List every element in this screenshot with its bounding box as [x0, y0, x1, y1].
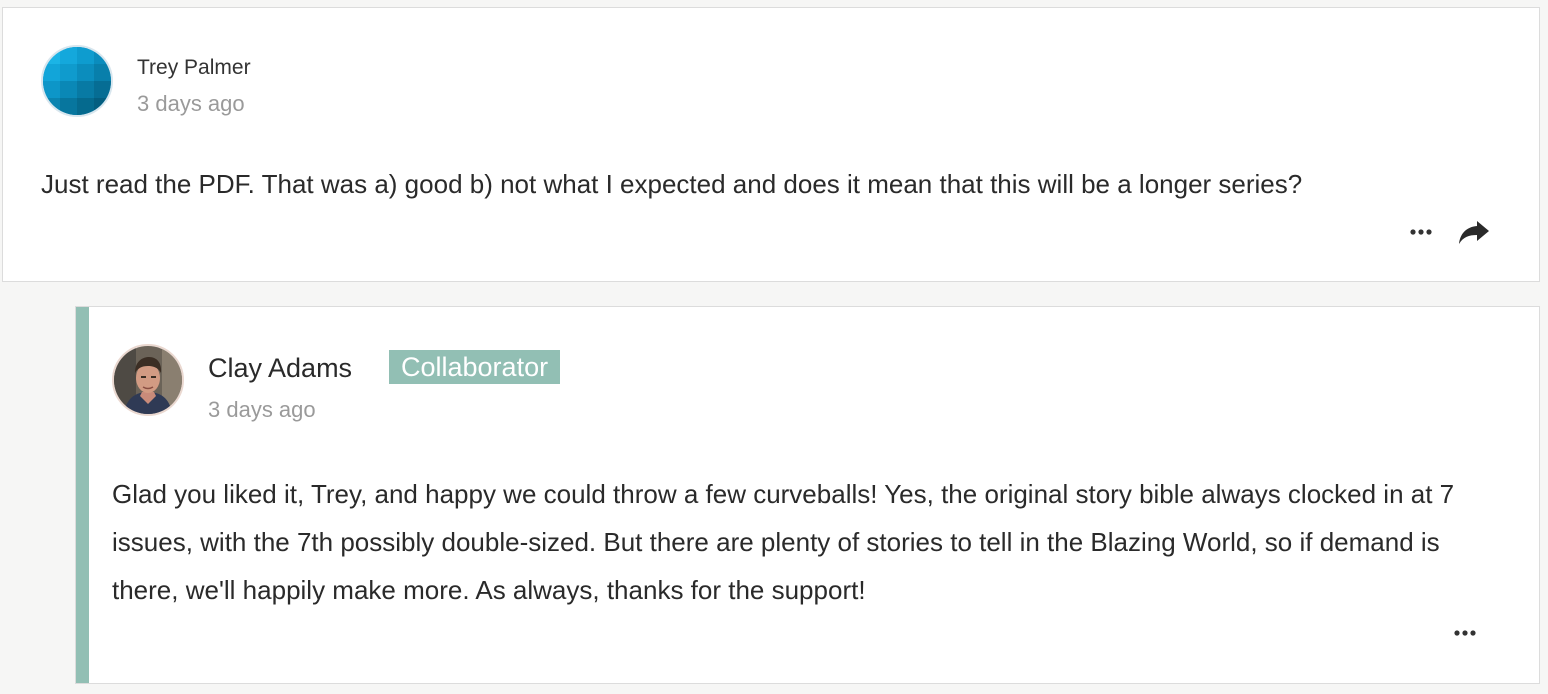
reply-timestamp[interactable]: 3 days ago	[208, 397, 316, 423]
reply-author-avatar[interactable]	[112, 344, 184, 416]
reply-author[interactable]: Clay Adams	[208, 353, 352, 384]
more-options-icon[interactable]	[1450, 623, 1480, 643]
geometric-avatar-icon	[43, 47, 111, 115]
collaborator-badge: Collaborator	[389, 350, 561, 384]
reply-indicator-bar	[76, 307, 89, 683]
comment-body: Just read the PDF. That was a) good b) n…	[41, 169, 1303, 199]
share-icon[interactable]	[1457, 218, 1491, 248]
more-options-icon[interactable]	[1406, 222, 1436, 242]
reply-card: Clay Adams Collaborator 3 days ago Glad …	[75, 306, 1540, 684]
commenter-avatar[interactable]	[41, 45, 113, 117]
user-photo-avatar	[114, 346, 182, 414]
comment-author[interactable]: Trey Palmer	[137, 56, 251, 80]
comment-card: Trey Palmer 3 days ago Just read the PDF…	[2, 7, 1540, 282]
comment-timestamp[interactable]: 3 days ago	[137, 91, 245, 117]
reply-body: Glad you liked it, Trey, and happy we co…	[112, 479, 1455, 605]
